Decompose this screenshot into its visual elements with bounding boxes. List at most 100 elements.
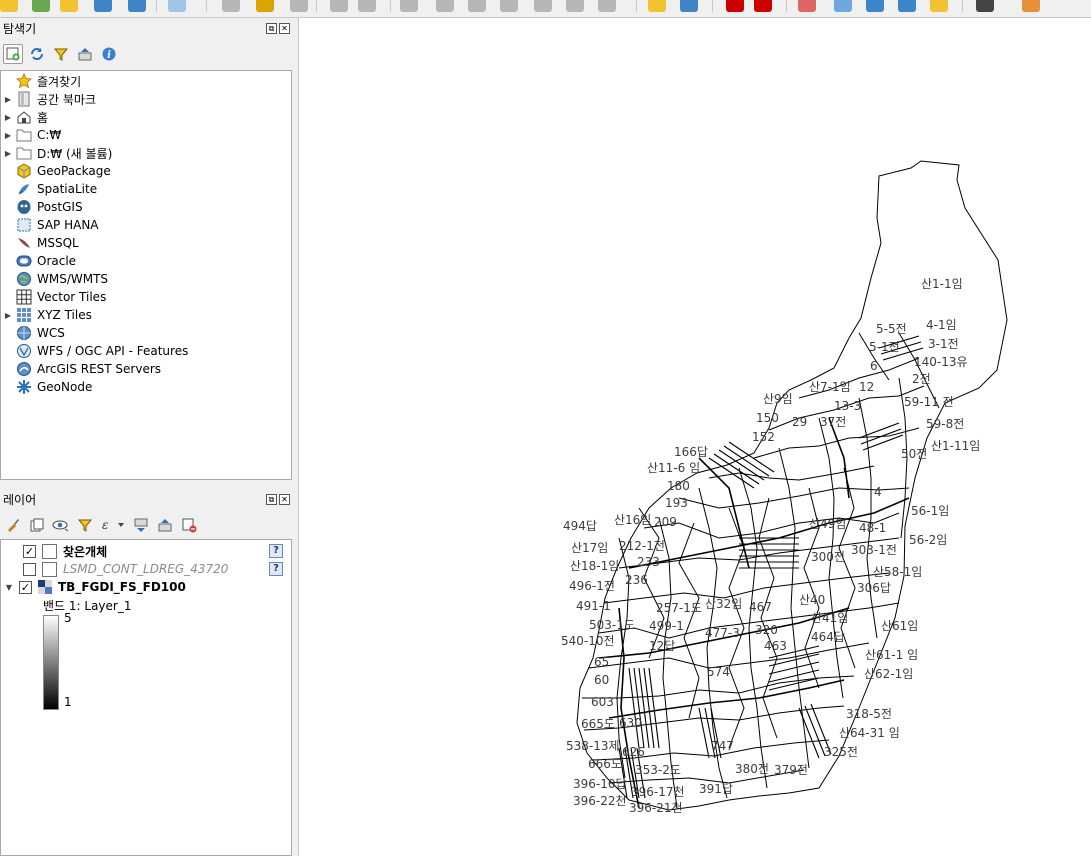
browser-toolbar: i	[0, 40, 293, 68]
layer-row-lsmd[interactable]: LSMD_CONT_LDREG_43720 ?	[1, 560, 291, 578]
browser-item[interactable]: ▶ D:₩ (새 볼륨)	[1, 144, 291, 162]
new-layer-icon[interactable]	[0, 0, 18, 12]
postgis-icon	[15, 199, 33, 215]
parcel-label: 666도	[588, 757, 622, 771]
refresh-icon[interactable]	[898, 0, 916, 12]
remove-layer-button[interactable]	[179, 515, 199, 535]
filter-expression-button[interactable]: ε	[99, 515, 127, 535]
browser-item[interactable]: PostGIS	[1, 198, 291, 216]
pin-red-icon[interactable]	[798, 0, 816, 12]
browser-item[interactable]: SAP HANA	[1, 216, 291, 234]
browser-item[interactable]: ArcGIS REST Servers	[1, 360, 291, 378]
parcel-label: 5-1전	[869, 340, 900, 354]
pen-icon[interactable]	[222, 0, 240, 12]
browser-item[interactable]: MSSQL	[1, 234, 291, 252]
layer-checkbox[interactable]: ✓	[23, 544, 36, 558]
properties-button[interactable]: i	[99, 44, 119, 64]
expand-arrow-icon[interactable]: ▶	[1, 113, 15, 122]
xyz-tiles-icon	[15, 307, 33, 323]
browser-item[interactable]: Vector Tiles	[1, 288, 291, 306]
copy-icon[interactable]	[500, 0, 518, 12]
pencil-icon[interactable]	[256, 0, 274, 12]
expand-arrow-icon[interactable]: ▶	[1, 149, 15, 158]
browser-item[interactable]: WCS	[1, 324, 291, 342]
parcel-label: 140-13유	[914, 355, 968, 369]
browser-panel-title: 탐색기	[3, 22, 37, 36]
scissors-icon[interactable]	[358, 0, 376, 12]
collapse-all-layers-button[interactable]	[155, 515, 175, 535]
add-group-button[interactable]	[27, 515, 47, 535]
save-edits-icon[interactable]	[290, 0, 308, 12]
plugin-icon[interactable]	[1022, 0, 1040, 12]
layers-tree: ✓ 찾은개체 ? LSMD_CONT_LDREG_43720 ? ▼ ✓ TB_…	[0, 539, 292, 856]
cut-icon[interactable]	[468, 0, 486, 12]
style-button[interactable]	[3, 515, 23, 535]
expand-arrow-icon[interactable]: ▶	[1, 131, 15, 140]
node-tool-icon[interactable]	[400, 0, 418, 12]
sap-hana-icon	[15, 217, 33, 233]
refresh-button[interactable]	[27, 44, 47, 64]
add-feature-icon[interactable]	[94, 0, 112, 12]
parcel-label: 산64-31 임	[839, 726, 900, 740]
eye-icon[interactable]	[834, 0, 852, 12]
band-label: 밴드 1: Layer_1	[43, 599, 132, 613]
browser-item-label: SpatiaLite	[37, 182, 98, 196]
layer-symbol	[42, 543, 57, 559]
browser-item[interactable]: GeoPackage	[1, 162, 291, 180]
parcel-label: 산58-1임	[873, 565, 923, 579]
layer-row-tb-fgdi[interactable]: ▼ ✓ TB_FGDI_FS_FD100	[1, 578, 291, 596]
browser-item[interactable]: 즐겨찾기	[1, 72, 291, 90]
filter-button[interactable]	[51, 44, 71, 64]
browser-item-label: D:₩ (새 볼륨)	[37, 146, 113, 161]
expand-arrow-icon[interactable]: ▶	[1, 311, 15, 320]
export-icon[interactable]	[866, 0, 884, 12]
browser-item[interactable]: ▶ XYZ Tiles	[1, 306, 291, 324]
filter-legend-button[interactable]	[75, 515, 95, 535]
binoculars-icon[interactable]	[976, 0, 994, 12]
map-canvas[interactable]: 산1-1임 5-5전 4-1임 5-1전 3-1전 6 140-13유 2전 산7-1임 12 산9…	[299, 18, 1091, 856]
vertex-tool-icon[interactable]	[32, 0, 50, 12]
close-layers-button[interactable]: ✕	[279, 494, 290, 505]
browser-item[interactable]: Oracle	[1, 252, 291, 270]
parcel-label: 463	[764, 639, 787, 653]
parcel-label: 13-3	[834, 399, 862, 413]
crs-warning-icon[interactable]: ?	[269, 562, 283, 576]
manage-visibility-button[interactable]	[51, 515, 71, 535]
redo-icon[interactable]	[598, 0, 616, 12]
move-feature-icon[interactable]	[330, 0, 348, 12]
undo-icon[interactable]	[566, 0, 584, 12]
parcel-label: 65	[594, 655, 610, 669]
parcel-label: 37전	[820, 415, 847, 429]
collapse-arrow-icon[interactable]: ▼	[2, 583, 16, 592]
add-layer-button[interactable]	[3, 44, 23, 64]
sticky-note-icon[interactable]	[930, 0, 948, 12]
text-annotation-icon[interactable]	[754, 0, 772, 12]
browser-item[interactable]: ▶ 공간 북마크	[1, 90, 291, 108]
label-icon[interactable]	[648, 0, 666, 12]
layer-row-found-features[interactable]: ✓ 찾은개체 ?	[1, 542, 291, 560]
delete-icon[interactable]	[436, 0, 454, 12]
field-calc-icon[interactable]	[168, 0, 186, 12]
layer-checkbox[interactable]: ✓	[19, 580, 32, 594]
expand-all-button[interactable]	[131, 515, 151, 535]
paste-icon[interactable]	[534, 0, 552, 12]
browser-item[interactable]: WFS / OGC API - Features	[1, 342, 291, 360]
crs-warning-icon[interactable]: ?	[269, 544, 283, 558]
pin-icon[interactable]	[726, 0, 744, 12]
close-panel-button[interactable]: ✕	[279, 23, 290, 34]
expand-arrow-icon[interactable]: ▶	[1, 95, 15, 104]
chart-icon[interactable]	[680, 0, 698, 12]
browser-item-label: GeoNode	[37, 380, 93, 394]
layer-checkbox[interactable]	[23, 562, 36, 576]
browser-item[interactable]: ▶ 홈	[1, 108, 291, 126]
grid-icon[interactable]	[128, 0, 146, 12]
browser-item[interactable]: SpatiaLite	[1, 180, 291, 198]
collapse-all-button[interactable]	[75, 44, 95, 64]
float-layers-button[interactable]: ⧉	[266, 494, 277, 505]
float-panel-button[interactable]: ⧉	[266, 23, 277, 34]
browser-item[interactable]: ▶ C:₩	[1, 126, 291, 144]
browser-item[interactable]: WMS/WMTS	[1, 270, 291, 288]
browser-item-label: GeoPackage	[37, 164, 111, 178]
browser-item[interactable]: GeoNode	[1, 378, 291, 396]
digitize-icon[interactable]	[60, 0, 78, 12]
